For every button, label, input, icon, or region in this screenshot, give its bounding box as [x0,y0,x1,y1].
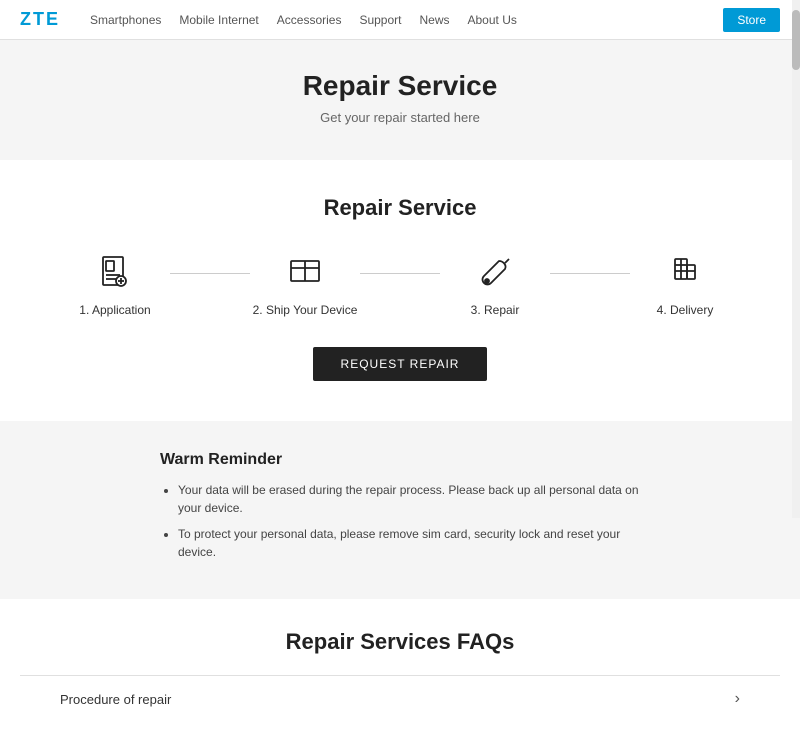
step-application: 1. Application [55,251,175,317]
hero-section: Repair Service Get your repair started h… [0,40,800,160]
step-delivery-label: 4. Delivery [657,303,714,317]
faq-item-label: Procedure of repair [60,692,171,707]
connector-2 [360,273,440,274]
step-ship-label: 2. Ship Your Device [253,303,358,317]
faq-title: Repair Services FAQs [20,629,780,655]
nav-support[interactable]: Support [359,13,401,27]
reminder-list: Your data will be erased during the repa… [160,481,640,561]
hero-subtitle: Get your repair started here [20,110,780,125]
steps-container: 1. Application 2. Ship Your Device [20,251,780,317]
logo[interactable]: ZTE [20,9,60,30]
ship-icon [283,251,327,295]
delivery-icon [663,251,707,295]
step-ship: 2. Ship Your Device [245,251,365,317]
nav-mobile-internet[interactable]: Mobile Internet [179,13,258,27]
nav-smartphones[interactable]: Smartphones [90,13,161,27]
scrollbar[interactable] [792,0,800,518]
hero-title: Repair Service [20,70,780,102]
nav-accessories[interactable]: Accessories [277,13,342,27]
connector-1 [170,273,250,274]
step-repair-label: 3. Repair [471,303,520,317]
reminder-title: Warm Reminder [160,451,640,469]
faq-item-procedure[interactable]: Procedure of repair › [20,675,780,722]
application-icon [93,251,137,295]
store-button[interactable]: Store [723,8,780,32]
request-repair-button[interactable]: REQUEST REPAIR [313,347,488,381]
step-delivery: 4. Delivery [625,251,745,317]
nav: Smartphones Mobile Internet Accessories … [90,13,723,27]
reminder-item-2: To protect your personal data, please re… [178,525,640,561]
nav-news[interactable]: News [419,13,449,27]
reminder-item-1: Your data will be erased during the repa… [178,481,640,517]
step-repair: 3. Repair [435,251,555,317]
step-application-label: 1. Application [79,303,150,317]
chevron-down-icon: › [735,690,740,708]
header: ZTE Smartphones Mobile Internet Accessor… [0,0,800,40]
scrollbar-thumb[interactable] [792,10,800,70]
connector-3 [550,273,630,274]
reminder-section: Warm Reminder Your data will be erased d… [0,421,800,599]
steps-section: Repair Service 1. Application [0,160,800,421]
steps-title: Repair Service [20,195,780,221]
nav-about[interactable]: About Us [468,13,517,27]
faq-section: Repair Services FAQs Procedure of repair… [0,599,800,732]
repair-icon [473,251,517,295]
